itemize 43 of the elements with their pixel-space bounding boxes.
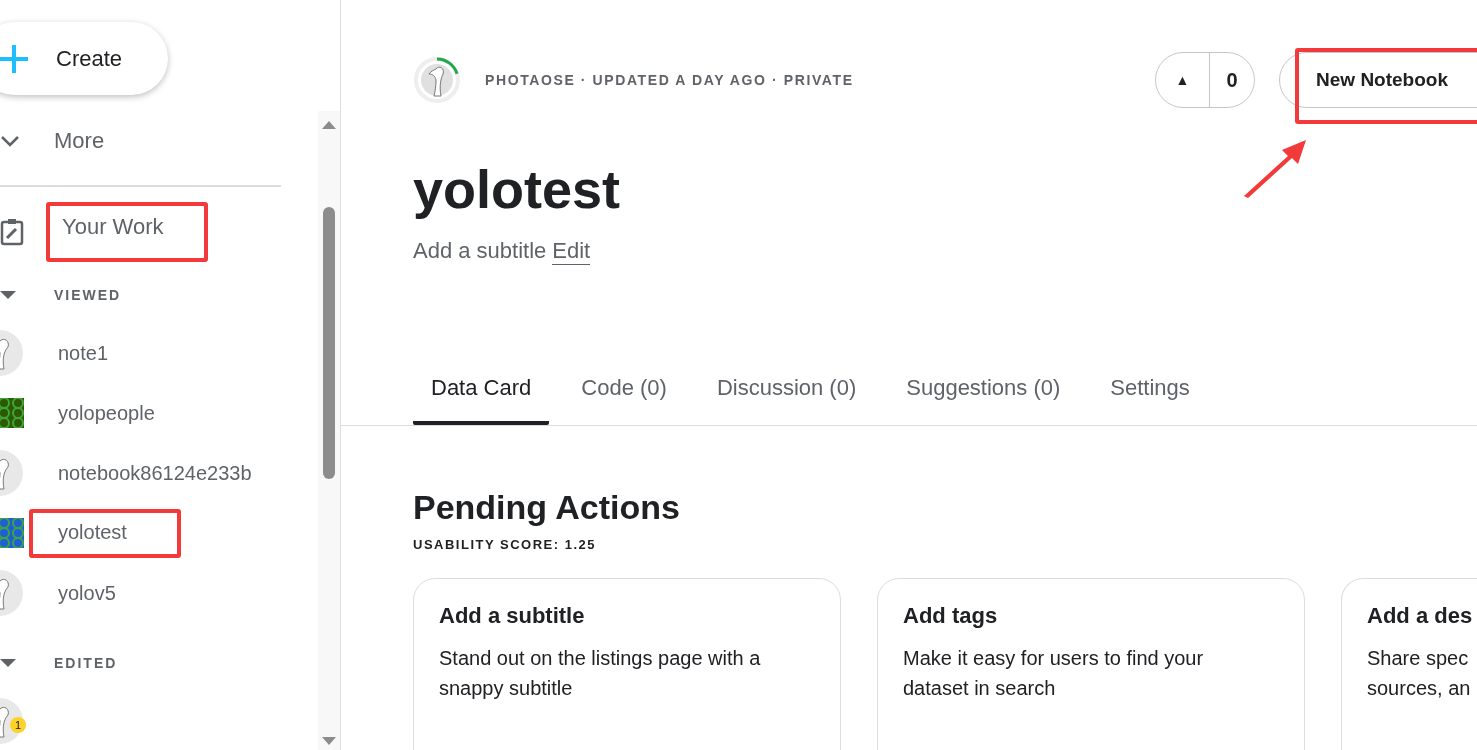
dataset-meta: PHOTAOSE · UPDATED A DAY AGO · PRIVATE	[485, 72, 855, 88]
action-card[interactable]: Add tags Make it easy for users to find your dataset in search	[877, 578, 1305, 750]
upvote-button[interactable]: ▲	[1156, 53, 1211, 107]
section-title: Pending Actions	[413, 488, 681, 527]
section-header[interactable]: EDITED	[0, 645, 118, 681]
edit-link[interactable]: Edit	[552, 238, 591, 265]
sidebar-item[interactable]: note1	[58, 341, 109, 365]
tab[interactable]: Discussion (0)	[698, 375, 875, 425]
profile-avatar[interactable]	[413, 56, 461, 104]
tab[interactable]: Settings	[1092, 375, 1208, 425]
card-text: Make it easy for users to find your dataset in search	[903, 646, 1205, 701]
dataset-title: yolotest	[413, 158, 622, 220]
card-title: Add tags	[903, 603, 999, 629]
your-work-link[interactable]: Your Work	[46, 202, 208, 262]
sidebar-item[interactable]: notebook86124e233b	[58, 461, 252, 485]
new-notebook-button[interactable]: New Notebook	[1279, 52, 1477, 108]
create-button[interactable]: Create	[0, 22, 168, 95]
scrollbar-thumb[interactable]	[323, 207, 335, 479]
caret-icon	[0, 290, 16, 300]
card-text: Share spec sources, an	[1367, 646, 1472, 701]
usability-score: USABILITY SCORE: 1.25	[413, 537, 597, 552]
card-text: Stand out on the listings page with a snappy subtitle	[439, 646, 762, 701]
tab[interactable]: Code (0)	[563, 375, 685, 425]
chevron-icon	[0, 135, 20, 147]
sidebar-item[interactable]: yolopeople	[58, 401, 155, 425]
sidebar-item[interactable]: yolov5	[58, 581, 116, 605]
action-card[interactable]: Add a subtitle Stand out on the listings page with a snappy subtitle	[413, 578, 841, 750]
tab[interactable]: Data Card	[413, 375, 550, 425]
card-title: Add a subtitle	[439, 603, 586, 629]
tab[interactable]: Suggestions (0)	[888, 375, 1079, 425]
sidebar-item[interactable]: yolotest	[29, 508, 181, 558]
vote-count: 0	[1225, 67, 1239, 93]
subtitle-prompt: Add a subtitle	[413, 238, 547, 265]
clipboard-icon	[0, 217, 24, 247]
more-button[interactable]: More	[0, 111, 105, 171]
notification-badge: 1	[10, 717, 26, 733]
caret-icon	[0, 658, 16, 668]
card-title: Add a des	[1367, 603, 1473, 629]
action-card[interactable]: Add a des Share spec sources, an	[1341, 578, 1477, 750]
section-header[interactable]: VIEWED	[0, 277, 122, 313]
plus-icon	[0, 44, 28, 73]
scroll-up-icon[interactable]	[322, 121, 336, 129]
scroll-down-icon[interactable]	[322, 737, 336, 745]
